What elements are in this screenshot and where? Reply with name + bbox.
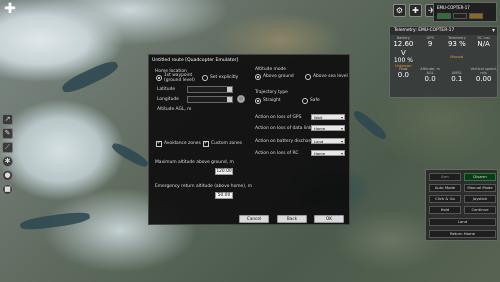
vehicle-card[interactable]: EMU-COPTER-17	[433, 2, 497, 22]
telemetry-vspeed: Vertical speed, m/s 0.00	[470, 67, 497, 83]
gps-loss-label: Action on loss of GPS	[255, 115, 302, 120]
longitude-field[interactable]	[187, 96, 233, 103]
altitude-mode-label: Altitude mode	[255, 67, 287, 72]
latitude-field[interactable]	[187, 86, 233, 93]
above-sea-level-label: Above sea level	[313, 74, 348, 79]
safe-label: Safe	[310, 98, 320, 103]
custom-zones-checkbox[interactable]	[203, 140, 209, 147]
telemetry-alt-agl: Altitude, m AGL 0.0	[420, 67, 441, 83]
map-water	[19, 210, 91, 232]
telemetry-battery: Battery 12.60 V 100 % Unknown	[393, 36, 414, 68]
gps-loss-select[interactable]: Wait ▾	[311, 114, 345, 120]
pencil-icon[interactable]: ✎	[2, 128, 13, 139]
wrench-icon[interactable]: ✚	[409, 4, 422, 17]
disarm-button[interactable]: Disarm	[464, 173, 496, 181]
straight-radio[interactable]	[255, 98, 261, 104]
gear-icon[interactable]: ✱	[2, 156, 13, 167]
map-water	[110, 140, 150, 170]
home-first-waypoint-label: 1st waypoint (ground level)	[164, 73, 195, 83]
above-ground-label: Above ground	[263, 74, 294, 79]
custom-zones-label: Custom zones	[211, 141, 242, 146]
data-link-loss-select[interactable]: Home ▾	[311, 125, 345, 131]
dialog-title: Untitled route [Quadcopter Emulator]	[152, 58, 239, 63]
trajectory-type-label: Trajectory type	[255, 90, 288, 95]
longitude-label: Longitude	[157, 97, 179, 102]
rc-loss-label: Action on loss of RC	[255, 151, 299, 156]
ruler-icon[interactable]: ⟋	[2, 142, 13, 153]
back-icon[interactable]: ✚	[3, 2, 17, 17]
rc-loss-select[interactable]: Home ▾	[311, 150, 345, 156]
emergency-altitude-field[interactable]: 50.00	[215, 192, 233, 199]
avoidance-zones-checkbox[interactable]	[156, 140, 162, 147]
chevron-down-icon: ▾	[340, 151, 343, 156]
back-button[interactable]: Back	[277, 215, 307, 223]
telemetry-rc: RC rssi N/A	[477, 36, 490, 48]
top-right-buttons: ⚙ ✚ ✈	[393, 4, 438, 17]
avoidance-zones-label: Avoidance zones	[164, 141, 201, 146]
status-bar	[453, 13, 467, 19]
vehicle-status-bars	[437, 13, 483, 19]
continue-button[interactable]: Continue	[464, 206, 496, 214]
data-link-loss-label: Action on loss of data link	[255, 126, 312, 131]
home-set-explicitly-radio[interactable]	[202, 75, 208, 81]
latitude-label: Latitude	[157, 87, 176, 92]
hold-button[interactable]: Hold	[429, 206, 461, 214]
route-icon[interactable]: ↗	[2, 114, 13, 125]
safe-radio[interactable]	[302, 98, 308, 104]
return-home-button[interactable]: Return Home	[429, 230, 496, 238]
chevron-down-icon: ▾	[340, 126, 343, 131]
joystick-button[interactable]: Joystick	[464, 195, 496, 203]
altitude-agl-label: Altitude AGL, m	[157, 107, 192, 112]
stop-icon[interactable]: ■	[2, 184, 13, 195]
record-icon[interactable]: ●	[2, 170, 13, 181]
pick-on-map-icon[interactable]: ◎	[237, 95, 245, 103]
chevron-down-icon[interactable]: ▾	[492, 27, 495, 35]
left-toolbar: ↗ ✎ ⟋ ✱ ● ■	[2, 114, 14, 195]
arm-button[interactable]: Arm	[429, 173, 461, 181]
manual-mode-button[interactable]: Manual Mode	[464, 184, 496, 192]
telemetry-gps: GPS 9	[426, 36, 434, 48]
battery-discharge-select[interactable]: Land ▾	[311, 138, 345, 144]
telemetry-title: Telemetry: EMU-COPTER-17	[390, 27, 497, 35]
emergency-altitude-label: Emergency return altitude (above home), …	[155, 184, 253, 189]
command-panel: Arm Disarm Auto Mode Manual Mode Click &…	[425, 169, 498, 241]
above-sea-level-radio[interactable]	[305, 74, 311, 80]
route-settings-dialog: Untitled route [Quadcopter Emulator] Hom…	[148, 54, 350, 225]
ok-button[interactable]: OK	[314, 215, 344, 223]
chevron-down-icon: ▾	[340, 139, 343, 144]
max-altitude-field[interactable]: 120.00	[215, 168, 233, 175]
chevron-down-icon: ▾	[340, 115, 343, 120]
cancel-button[interactable]: Cancel	[239, 215, 269, 223]
click-go-button[interactable]: Click & Go	[429, 195, 461, 203]
home-first-waypoint-radio[interactable]	[156, 75, 162, 81]
status-bar	[469, 13, 483, 19]
land-button[interactable]: Land	[429, 218, 496, 226]
battery-discharge-label: Action on battery discharge	[255, 139, 316, 144]
status-bar	[437, 13, 451, 19]
vehicle-name: EMU-COPTER-17	[437, 5, 470, 10]
telemetry-link: Telemetry 93 % Manual	[447, 36, 466, 59]
map-water	[59, 57, 121, 97]
home-set-explicitly-label: Set explicitly	[210, 75, 239, 80]
telemetry-flow: Flow 0.0	[397, 67, 409, 79]
straight-label: Straight	[263, 98, 281, 103]
gear-icon[interactable]: ⚙	[393, 4, 406, 17]
telemetry-alt-amsl: AMSL 0.1	[451, 71, 463, 83]
auto-mode-button[interactable]: Auto Mode	[429, 184, 461, 192]
above-ground-radio[interactable]	[255, 74, 261, 80]
map-water	[351, 108, 389, 142]
telemetry-panel: Telemetry: EMU-COPTER-17 ▾ Battery 12.60…	[389, 26, 498, 98]
max-altitude-label: Maximum altitude above ground, m	[155, 160, 234, 165]
